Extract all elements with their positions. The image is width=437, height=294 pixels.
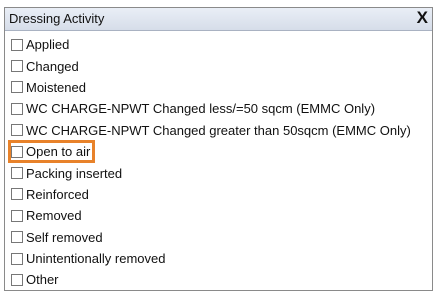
option-applied[interactable]: Applied [11,34,432,55]
checkbox[interactable] [11,231,23,244]
checkbox[interactable] [11,252,23,265]
option-packing-inserted[interactable]: Packing inserted [11,162,432,183]
option-label: Packing inserted [26,165,123,181]
option-label: Changed [26,58,79,74]
option-other[interactable]: Other [11,269,432,290]
option-label: Unintentionally removed [26,251,166,267]
option-label: Reinforced [26,186,89,202]
option-self-removed[interactable]: Self removed [11,227,432,248]
option-label: Other [26,272,59,288]
option-npwt-changed-le-50[interactable]: WC CHARGE-NPWT Changed less/=50 sqcm (EM… [11,98,432,119]
option-label: Open to air [26,144,91,160]
panel-title: Dressing Activity [9,11,105,26]
option-label: Applied [26,37,70,53]
checkbox[interactable] [11,167,23,180]
checkbox[interactable] [11,102,23,115]
checkbox[interactable] [11,81,23,94]
option-unintentionally-removed[interactable]: Unintentionally removed [11,248,432,269]
checkbox[interactable] [11,209,23,222]
checkbox[interactable] [11,145,23,158]
option-removed[interactable]: Removed [11,205,432,226]
option-moistened[interactable]: Moistened [11,77,432,98]
checkbox[interactable] [11,38,23,51]
option-reinforced[interactable]: Reinforced [11,184,432,205]
checkbox[interactable] [11,273,23,286]
option-label: WC CHARGE-NPWT Changed greater than 50sq… [26,122,411,138]
panel-header: Dressing Activity X [5,8,432,31]
close-icon[interactable]: X [417,9,428,27]
option-label: Moistened [26,79,86,95]
option-label: Self removed [26,229,103,245]
option-list: Applied Changed Moistened WC CHARGE-NPWT… [7,34,432,291]
checkbox[interactable] [11,124,23,137]
option-npwt-changed-gt-50[interactable]: WC CHARGE-NPWT Changed greater than 50sq… [11,120,432,141]
dressing-activity-panel: Dressing Activity X Applied Changed Mois… [4,7,433,291]
checkbox[interactable] [11,188,23,201]
highlight-box: Open to air [7,140,96,164]
option-changed[interactable]: Changed [11,55,432,76]
option-label: WC CHARGE-NPWT Changed less/=50 sqcm (EM… [26,101,376,117]
checkbox[interactable] [11,60,23,73]
option-open-to-air[interactable]: Open to air [7,140,432,164]
option-label: Removed [26,208,82,224]
